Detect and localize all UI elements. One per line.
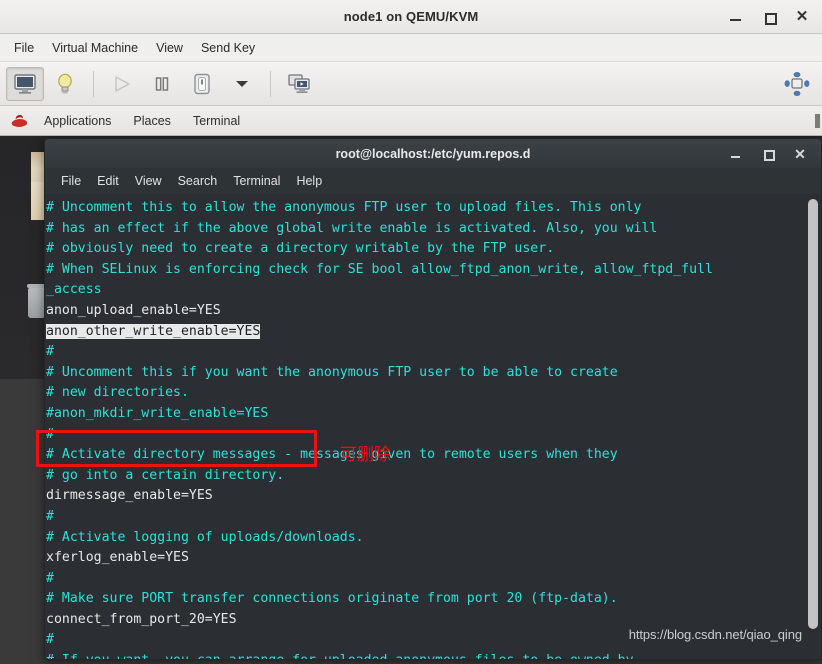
vim-line: xferlog_enable=YES [45,548,805,569]
vim-line: anon_other_write_enable=YES [45,322,805,343]
vim-line: # has an effect if the above global writ… [45,219,805,240]
close-icon[interactable]: ✕ [794,8,810,25]
vim-line: # Activate logging of uploads/downloads. [45,528,805,549]
vim-line-text: anon_other_write_enable=YES [46,323,261,339]
vim-line-text: # [46,426,54,442]
terminal-menu-terminal[interactable]: Terminal [225,172,288,190]
toolbar-separator-1 [93,70,94,97]
menu-virtual-machine[interactable]: Virtual Machine [43,38,147,58]
vm-menubar: File Virtual Machine View Send Key [0,34,822,62]
minimize-icon[interactable] [728,9,744,25]
gnome-menu-terminal[interactable]: Terminal [183,111,250,131]
terminal-window-title: root@localhost:/etc/yum.repos.d [335,146,531,161]
vim-line-text: # Uncomment this to allow the anonymous … [46,200,642,215]
gnome-panel-edge-indicator[interactable] [815,113,820,128]
vim-line-text: # obviously need to create a directory w… [46,241,555,257]
terminal-menu-file[interactable]: File [53,172,89,190]
vim-line-text: connect_from_port_20=YES [46,611,237,627]
gnome-top-panel: Applications Places Terminal [0,106,822,136]
vim-line-text: # [46,570,54,586]
vm-toolbar [0,62,822,106]
vim-line: _access [45,280,805,301]
terminal-window: root@localhost:/etc/yum.repos.d ✕ File E… [44,138,822,660]
vim-line-text: # Activate directory messages - messages… [46,447,618,463]
menu-file[interactable]: File [5,38,43,58]
terminal-menu-search[interactable]: Search [170,172,226,190]
vim-line-text: xferlog_enable=YES [46,550,189,566]
vim-line: # [45,507,805,528]
vim-line-text: # new directories. [46,385,189,401]
vim-line: # go into a certain directory. [45,466,805,487]
vim-line: # When SELinux is enforcing check for SE… [45,260,805,281]
menu-view[interactable]: View [147,38,192,58]
redhat-logo-icon[interactable] [6,113,32,128]
vim-line: # Uncomment this to allow the anonymous … [45,198,805,219]
vim-text-area[interactable]: # Uncomment this to allow the anonymous … [45,198,805,659]
vm-titlebar: node1 on QEMU/KVM ✕ [0,0,822,34]
vim-line-text: # [46,344,54,360]
vm-window-title: node1 on QEMU/KVM [343,9,479,24]
vim-line: # Make sure PORT transfer connections or… [45,589,805,610]
vim-line: dirmessage_enable=YES [45,486,805,507]
run-play-icon[interactable] [103,67,141,101]
gnome-menu-applications[interactable]: Applications [34,111,121,131]
guest-desktop-viewport: root@localhost:/etc/yum.repos.d ✕ File E… [0,136,822,664]
terminal-menu-edit[interactable]: Edit [89,172,127,190]
vim-line: #anon_mkdir_write_enable=YES [45,404,805,425]
vim-line: # Activate directory messages - messages… [45,445,805,466]
terminal-maximize-icon[interactable] [761,147,775,161]
watermark-url: https://blog.csdn.net/qiao_qing [628,627,802,642]
virt-manager-window: node1 on QEMU/KVM ✕ File Virtual Machine… [0,0,822,664]
vim-line: # obviously need to create a directory w… [45,239,805,260]
details-lightbulb-icon[interactable] [46,67,84,101]
terminal-menu-help[interactable]: Help [288,172,330,190]
vim-line-text: # go into a certain directory. [46,467,285,483]
vim-line-text: anon_upload_enable=YES [46,302,221,318]
terminal-scrollbar[interactable] [806,195,820,658]
vim-line-text: # Uncomment this if you want the anonymo… [46,364,618,380]
fullscreen-resize-icon[interactable] [778,67,816,101]
terminal-minimize-icon[interactable] [729,147,743,161]
vim-line-text: dirmessage_enable=YES [46,488,213,504]
vim-line-text: # has an effect if the above global writ… [46,220,658,236]
toolbar-separator-2 [270,70,271,97]
terminal-menubar: File Edit View Search Terminal Help [44,168,822,194]
maximize-icon[interactable] [761,9,777,25]
vim-line-text: # [46,508,54,524]
vim-line-text: _access [46,282,102,298]
terminal-menu-view[interactable]: View [127,172,170,190]
vim-line: # [45,569,805,590]
terminal-close-icon[interactable]: ✕ [793,147,807,161]
vim-mode-indicator: -- INSERT -- [46,659,141,660]
gnome-menu-places[interactable]: Places [123,111,181,131]
terminal-window-controls: ✕ [729,147,821,161]
vm-window-controls: ✕ [728,8,822,25]
chevron-down-icon[interactable] [223,67,261,101]
vim-status-line: -- INSERT -- 31,28 23% [45,639,805,659]
vim-line: # new directories. [45,383,805,404]
shutdown-power-icon[interactable] [183,67,221,101]
vim-line-text: #anon_mkdir_write_enable=YES [46,405,269,421]
terminal-body[interactable]: # Uncomment this to allow the anonymous … [44,194,822,660]
gnome-panel-right-area [815,106,822,135]
vim-line: # Uncomment this if you want the anonymo… [45,363,805,384]
menu-send-key[interactable]: Send Key [192,38,264,58]
vim-line-text: # When SELinux is enforcing check for SE… [46,261,713,277]
terminal-scrollbar-thumb[interactable] [808,199,818,629]
vim-line: anon_upload_enable=YES [45,301,805,322]
pause-icon[interactable] [143,67,181,101]
vim-line: # [45,425,805,446]
clone-snapshot-icon[interactable] [280,67,318,101]
annotation-label: 可删除 [340,445,391,465]
console-view-icon[interactable] [6,66,44,101]
vim-line: # [45,342,805,363]
vim-line-text: # Make sure PORT transfer connections or… [46,591,618,607]
terminal-titlebar: root@localhost:/etc/yum.repos.d ✕ [44,138,822,168]
vim-line-text: # Activate logging of uploads/downloads. [46,529,364,545]
